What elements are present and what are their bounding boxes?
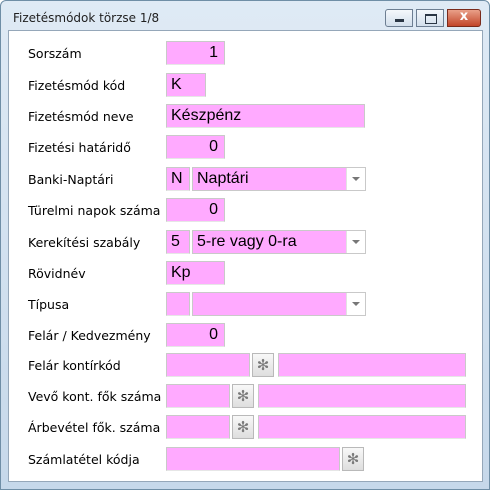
chevron-down-icon[interactable]	[346, 231, 365, 253]
vevo-kont-fok-lookup-button[interactable]: ✻	[232, 384, 254, 408]
tipusa-code-field[interactable]	[166, 292, 190, 316]
gear-icon: ✻	[236, 418, 250, 436]
kerekitesi-szabaly-dropdown[interactable]: 5-re vagy 0-ra	[192, 230, 366, 254]
maximize-button[interactable]	[416, 9, 444, 27]
chevron-down-icon[interactable]	[346, 168, 365, 190]
felar-kontirkod-lookup-button[interactable]: ✻	[252, 353, 274, 377]
szamlatetel-kodja-label: Számlatétel kódja	[28, 452, 140, 467]
minimize-button[interactable]	[385, 9, 413, 27]
felar-kontirkod-field[interactable]	[166, 353, 250, 377]
fizetesmod-neve-field[interactable]: Készpénz	[166, 104, 365, 128]
arbevetel-fok-field[interactable]	[166, 415, 230, 439]
banki-naptari-dropdown[interactable]: Naptári	[192, 167, 366, 191]
kerekitesi-szabaly-label: Kerekítési szabály	[28, 235, 141, 250]
banki-naptari-label: Banki-Naptári	[28, 172, 114, 187]
kerekitesi-szabaly-code-field[interactable]: 5	[166, 230, 190, 254]
tipusa-dropdown[interactable]	[192, 292, 366, 316]
close-button[interactable]: x	[447, 9, 481, 27]
vevo-kont-fok-label: Vevő kont. fők száma	[28, 389, 162, 404]
felar-kedvezmeny-label: Felár / Kedvezmény	[28, 328, 151, 343]
szamlatetel-kodja-lookup-button[interactable]: ✻	[342, 447, 364, 471]
gear-icon: ✻	[346, 450, 360, 468]
minimize-icon	[395, 19, 404, 22]
arbevetel-fok-desc-field[interactable]	[258, 415, 466, 439]
arbevetel-fok-label: Árbevétel fők. száma	[28, 420, 161, 435]
fizetesi-hatarido-label: Fizetési határidő	[28, 140, 131, 155]
close-icon: x	[459, 9, 469, 24]
title-bar[interactable]: Fizetésmódok törzse 1/8 x	[1, 1, 489, 31]
form-panel: Sorszám 1 Fizetésmód kód K Fizetésmód ne…	[8, 30, 483, 482]
felar-kontirkod-label: Felár kontírkód	[28, 358, 121, 373]
gear-icon: ✻	[256, 356, 270, 374]
gear-icon: ✻	[236, 387, 250, 405]
arbevetel-fok-lookup-button[interactable]: ✻	[232, 415, 254, 439]
sorszam-field[interactable]: 1	[166, 41, 225, 65]
chevron-down-icon[interactable]	[346, 293, 365, 315]
rovidnev-label: Rövidnév	[28, 266, 86, 281]
window-title: Fizetésmódok törzse 1/8	[13, 11, 160, 25]
felar-kontirkod-desc-field[interactable]	[278, 353, 466, 377]
maximize-icon	[425, 14, 437, 24]
fizetesmod-kod-label: Fizetésmód kód	[28, 78, 126, 93]
banki-naptari-code-field[interactable]: N	[166, 167, 190, 191]
turelmi-napok-label: Türelmi napok száma	[28, 203, 161, 218]
fizetesmod-kod-field[interactable]: K	[166, 73, 206, 97]
tipusa-label: Típusa	[28, 297, 70, 312]
rovidnev-field[interactable]: Kp	[166, 261, 225, 285]
turelmi-napok-field[interactable]: 0	[166, 198, 225, 222]
kerekitesi-szabaly-selected: 5-re vagy 0-ra	[197, 233, 297, 250]
vevo-kont-fok-field[interactable]	[166, 384, 230, 408]
sorszam-label: Sorszám	[28, 46, 82, 61]
vevo-kont-fok-desc-field[interactable]	[258, 384, 466, 408]
fizetesi-hatarido-field[interactable]: 0	[166, 135, 225, 159]
app-window: Fizetésmódok törzse 1/8 x Sorszám 1 Fize…	[0, 0, 490, 490]
banki-naptari-selected: Naptári	[197, 170, 249, 187]
fizetesmod-neve-label: Fizetésmód neve	[28, 109, 134, 124]
felar-kedvezmeny-field[interactable]: 0	[166, 323, 225, 347]
szamlatetel-kodja-field[interactable]	[166, 447, 340, 471]
